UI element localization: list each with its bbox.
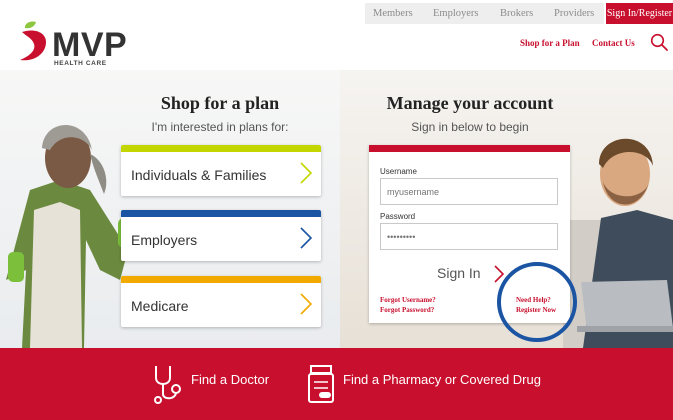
nav-link-providers[interactable]: Providers xyxy=(554,3,594,24)
chevron-right-icon xyxy=(300,293,313,315)
mvp-logo[interactable]: MVP HEALTH CARE xyxy=(14,18,128,67)
sign-in-button[interactable]: Sign In xyxy=(437,262,481,284)
plan-card-accent-bar xyxy=(121,276,321,283)
man-with-laptop-photo xyxy=(563,138,673,348)
nav-link-brokers[interactable]: Brokers xyxy=(500,3,533,24)
search-icon[interactable] xyxy=(650,33,668,51)
shop-section-subtitle: I'm interested in plans for: xyxy=(151,120,289,134)
username-label: Username xyxy=(380,167,417,176)
plan-card-label: Medicare xyxy=(131,298,189,314)
password-label: Password xyxy=(380,212,416,221)
forgot-username-link[interactable]: Forgot Username? xyxy=(380,296,436,304)
shop-for-a-plan-link[interactable]: Shop for a Plan xyxy=(520,38,580,48)
plan-card-label: Individuals & Families xyxy=(131,167,267,183)
find-a-doctor-link[interactable]: Find a Doctor xyxy=(191,372,269,387)
shop-section-title: Shop for a plan xyxy=(160,93,280,113)
apple-leaf-icon xyxy=(20,21,46,61)
footer-bar: Find a Doctor Find a Pharmacy or Covered… xyxy=(0,348,673,420)
nav-link-members[interactable]: Members xyxy=(373,3,413,24)
logo-subtitle: HEALTH CARE xyxy=(54,60,107,67)
highlight-circle xyxy=(497,262,577,342)
logo-wordmark: MVP xyxy=(52,26,128,64)
pill-bottle-icon xyxy=(308,365,334,403)
sign-in-register-button[interactable]: Sign In/Register xyxy=(606,3,673,24)
contact-us-link[interactable]: Contact Us xyxy=(592,38,635,48)
chevron-right-icon xyxy=(300,162,313,184)
password-input[interactable] xyxy=(380,223,558,250)
sign-in-accent-bar xyxy=(369,145,570,152)
plan-card-medicare[interactable]: Medicare xyxy=(121,276,321,327)
plan-card-accent-bar xyxy=(121,210,321,217)
account-section-subtitle: Sign in below to begin xyxy=(411,120,529,134)
plan-card-accent-bar xyxy=(121,145,321,152)
account-section-title: Manage your account xyxy=(386,93,554,113)
chevron-right-icon xyxy=(300,227,313,249)
stethoscope-icon xyxy=(154,366,181,404)
forgot-password-link[interactable]: Forgot Password? xyxy=(380,306,434,314)
find-a-pharmacy-link[interactable]: Find a Pharmacy or Covered Drug xyxy=(343,372,541,387)
nav-link-employers[interactable]: Employers xyxy=(433,3,479,24)
woman-exercising-photo xyxy=(6,125,136,348)
username-input[interactable] xyxy=(380,178,558,205)
plan-card-individuals-families[interactable]: Individuals & Families xyxy=(121,145,321,196)
plan-card-employers[interactable]: Employers xyxy=(121,210,321,261)
plan-card-label: Employers xyxy=(131,232,198,248)
